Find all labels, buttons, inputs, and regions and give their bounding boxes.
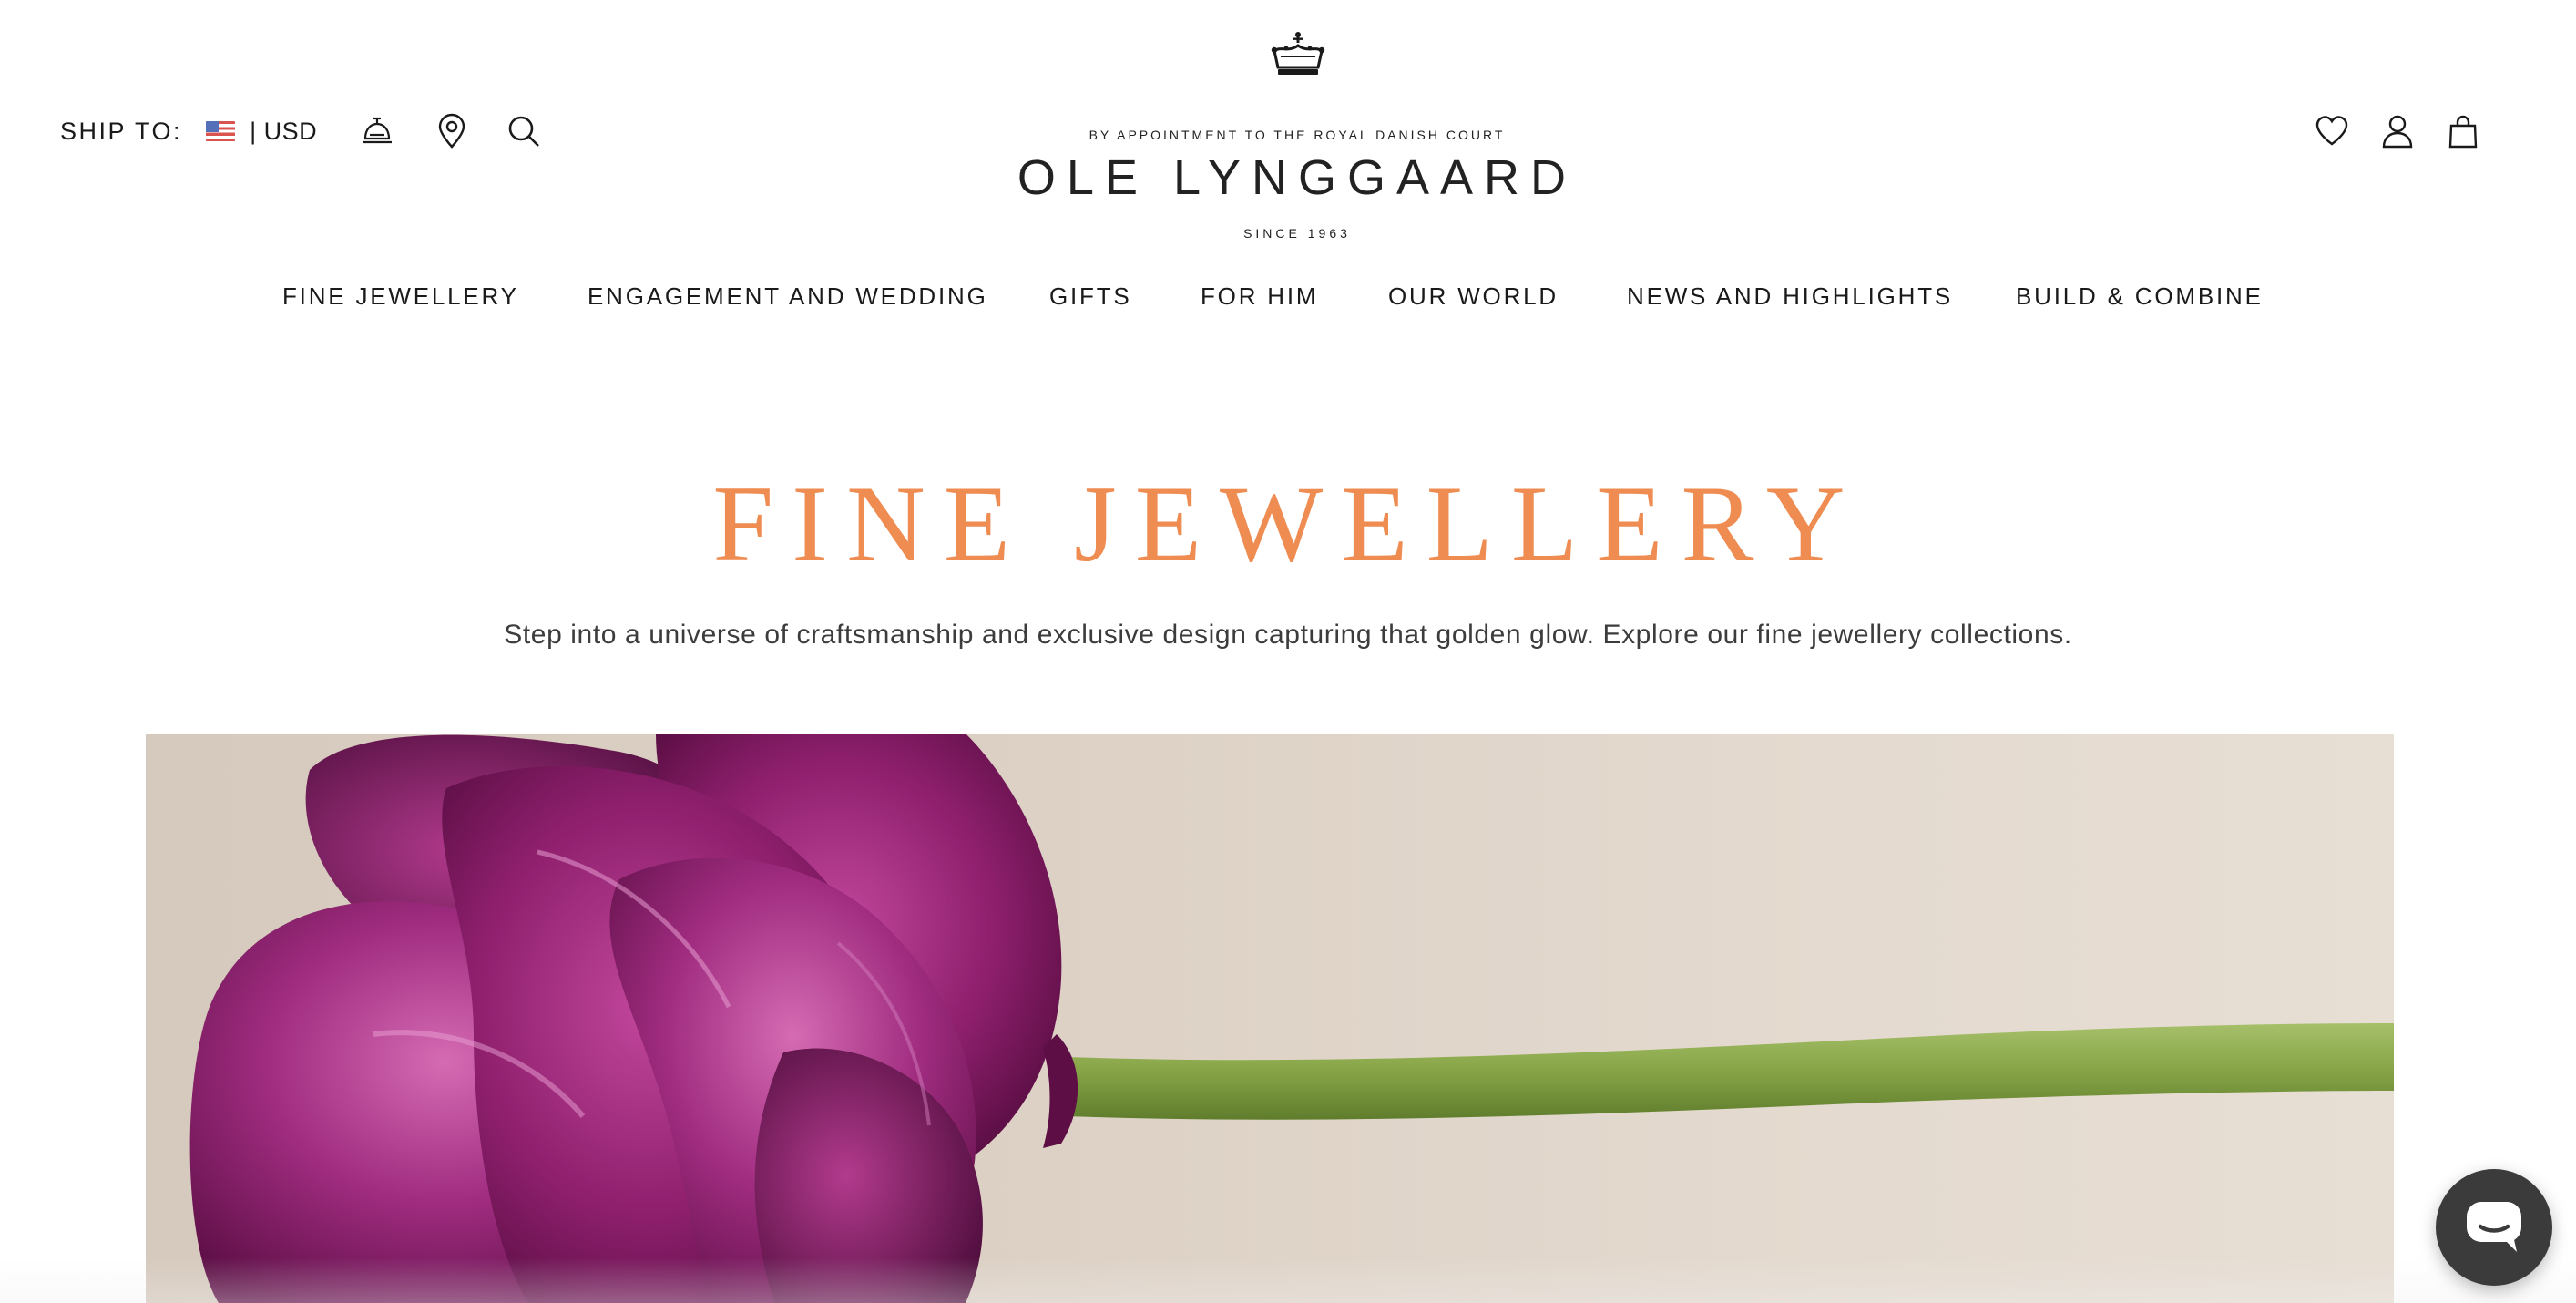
ship-to-selector[interactable]: SHIP TO: | USD <box>60 113 317 149</box>
page-subtitle: Step into a universe of craftsmanship an… <box>504 620 2072 650</box>
page-title: FINE JEWELLERY <box>712 463 1864 584</box>
chat-bubble-icon <box>2467 1202 2521 1252</box>
logo-since: SINCE 1963 <box>1243 226 1351 241</box>
nav-news-and-highlights[interactable]: NEWS AND HIGHLIGHTS <box>1627 282 1953 311</box>
logo-wordmark: OLE LYNGGAARD <box>1017 150 1578 205</box>
concierge-bell-icon[interactable] <box>360 114 394 149</box>
search-icon[interactable] <box>506 114 541 149</box>
nav-fine-jewellery[interactable]: FINE JEWELLERY <box>282 282 519 311</box>
brand-logo[interactable]: BY APPOINTMENT TO THE ROYAL DANISH COURT… <box>966 31 1629 241</box>
ship-to-label: SHIP TO: <box>60 117 183 145</box>
purple-tulip-photo <box>189 734 2394 1303</box>
store-locator-icon[interactable] <box>434 113 469 149</box>
currency-label: | USD <box>250 117 318 145</box>
account-icon[interactable] <box>2380 113 2415 149</box>
nav-gifts[interactable]: GIFTS <box>1049 282 1132 311</box>
nav-for-him[interactable]: FOR HIM <box>1201 282 1318 311</box>
main-navigation: FINE JEWELLERY ENGAGEMENT AND WEDDING GI… <box>0 282 2576 315</box>
logo-tagline: BY APPOINTMENT TO THE ROYAL DANISH COURT <box>1089 128 1506 142</box>
shopping-bag-icon[interactable] <box>2446 113 2480 149</box>
nav-our-world[interactable]: OUR WORLD <box>1388 282 1559 311</box>
nav-build-and-combine[interactable]: BUILD & COMBINE <box>2016 282 2264 311</box>
hero-image[interactable] <box>146 734 2394 1303</box>
chat-button[interactable] <box>2436 1169 2552 1286</box>
crown-icon <box>1270 31 1326 78</box>
us-flag-icon <box>206 121 236 141</box>
wishlist-heart-icon[interactable] <box>2315 114 2349 147</box>
nav-engagement-and-wedding[interactable]: ENGAGEMENT AND WEDDING <box>588 282 988 311</box>
